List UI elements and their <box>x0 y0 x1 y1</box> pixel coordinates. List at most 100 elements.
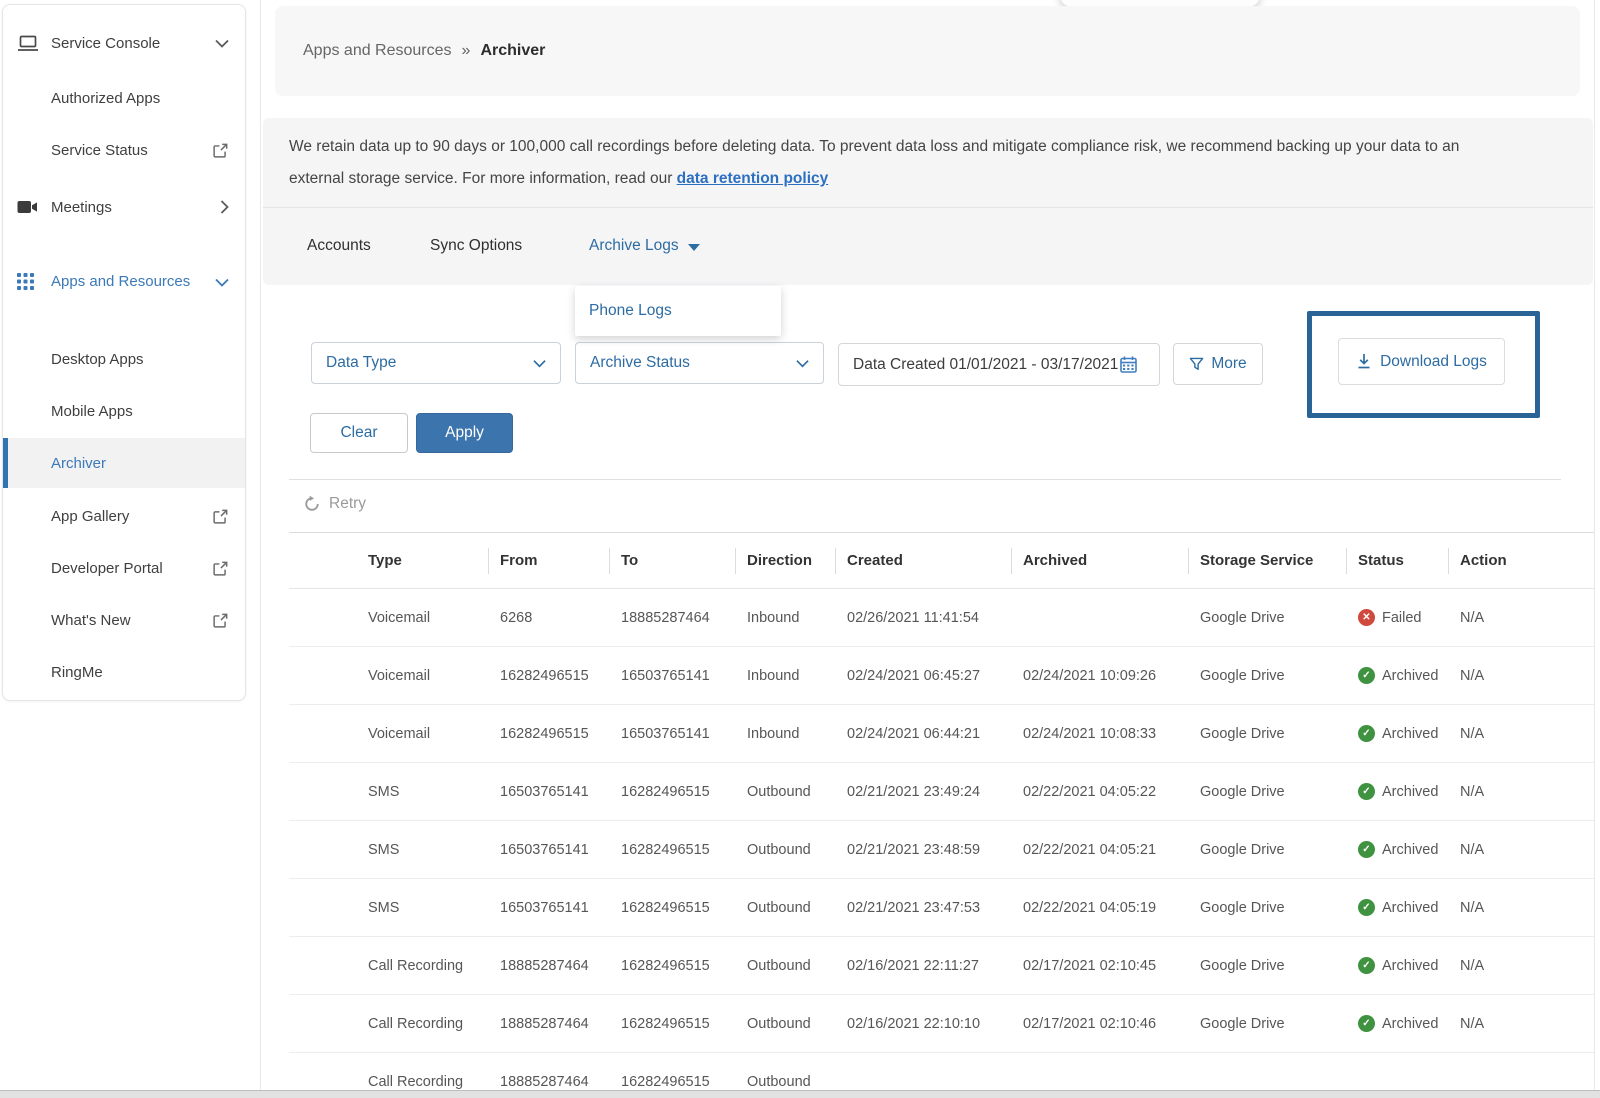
cell-status: ✓ Archived <box>1346 667 1448 684</box>
external-link-icon <box>212 508 229 525</box>
sidebar-item-ringme[interactable]: RingMe <box>3 650 245 694</box>
sidebar-item-apps-and-resources[interactable]: Apps and Resources <box>3 246 245 318</box>
cell-action: N/A <box>1448 842 1594 858</box>
sidebar-item-label: Desktop Apps <box>51 351 245 368</box>
tab-accounts[interactable]: Accounts <box>307 232 371 260</box>
status-icon: ✓ <box>1358 667 1375 684</box>
download-logs-button[interactable]: Download Logs <box>1338 338 1505 385</box>
column-header-status: Status <box>1346 552 1448 569</box>
more-label: More <box>1211 355 1246 373</box>
divider <box>289 479 1561 480</box>
data-retention-policy-link[interactable]: data retention policy <box>677 170 829 187</box>
cell-status: ✓ Archived <box>1346 1015 1448 1032</box>
cell-action: N/A <box>1448 958 1594 974</box>
sidebar-item-archiver[interactable]: Archiver <box>3 438 245 488</box>
table-row[interactable]: Call Recording 18885287464 16282496515 O… <box>289 937 1594 995</box>
cell-storage-service: Google Drive <box>1188 668 1346 684</box>
cell-action: N/A <box>1448 610 1594 626</box>
table-row[interactable]: Voicemail 16282496515 16503765141 Inboun… <box>289 705 1594 763</box>
sidebar-item-meetings[interactable]: Meetings <box>3 185 245 229</box>
tab-label: Accounts <box>307 237 371 255</box>
retry-button[interactable]: Retry <box>303 491 366 517</box>
cell-type: Voicemail <box>356 610 488 626</box>
table-body: Voicemail 6268 18885287464 Inbound 02/26… <box>289 589 1594 1090</box>
sidebar-item-authorized-apps[interactable]: Authorized Apps <box>3 76 245 120</box>
column-header-created: Created <box>835 552 1011 569</box>
status-label: Archived <box>1382 784 1438 800</box>
laptop-icon <box>17 35 51 52</box>
sidebar-item-service-status[interactable]: Service Status <box>3 128 245 172</box>
external-link-icon <box>212 142 229 159</box>
sidebar-item-developer-portal[interactable]: Developer Portal <box>3 546 245 590</box>
table-row[interactable]: Voicemail 16282496515 16503765141 Inboun… <box>289 647 1594 705</box>
cell-type: Call Recording <box>356 958 488 974</box>
cell-from: 16503765141 <box>488 784 609 800</box>
table-row[interactable]: Call Recording 18885287464 16282496515 O… <box>289 1053 1594 1090</box>
column-header-from: From <box>488 552 609 569</box>
cell-storage-service: Google Drive <box>1188 610 1346 626</box>
apply-button[interactable]: Apply <box>416 413 513 453</box>
cell-direction: Outbound <box>735 842 835 858</box>
cell-from: 18885287464 <box>488 1074 609 1090</box>
cell-direction: Outbound <box>735 784 835 800</box>
cell-type: Call Recording <box>356 1016 488 1032</box>
bottom-bar <box>0 1090 1600 1098</box>
cell-to: 16282496515 <box>609 784 735 800</box>
cell-created: 02/26/2021 11:41:54 <box>835 610 1011 626</box>
caret-down-icon <box>688 244 700 251</box>
cell-status: ✓ Archived <box>1346 725 1448 742</box>
sidebar-item-service-console[interactable]: Service Console <box>3 21 245 65</box>
cell-type: Voicemail <box>356 668 488 684</box>
table-row[interactable]: SMS 16503765141 16282496515 Outbound 02/… <box>289 763 1594 821</box>
sidebar-item-label: Service Console <box>51 35 215 52</box>
tab-archive-logs[interactable]: Archive Logs <box>589 232 700 260</box>
more-filters-button[interactable]: More <box>1173 343 1263 385</box>
status-icon: ✕ <box>1358 609 1375 626</box>
status-label: Failed <box>1382 610 1422 626</box>
info-and-tabs-panel: We retain data up to 90 days or 100,000 … <box>263 118 1593 285</box>
cell-created: 02/21/2021 23:48:59 <box>835 842 1011 858</box>
table-row[interactable]: SMS 16503765141 16282496515 Outbound 02/… <box>289 821 1594 879</box>
breadcrumb-section[interactable]: Apps and Resources <box>303 42 452 60</box>
cell-archived: 02/22/2021 04:05:19 <box>1011 900 1188 916</box>
filter-funnel-icon <box>1189 357 1204 372</box>
tab-sync-options[interactable]: Sync Options <box>430 232 522 260</box>
archive-status-select[interactable]: Archive Status <box>575 342 824 384</box>
cell-from: 16503765141 <box>488 900 609 916</box>
select-label: Archive Status <box>590 354 690 372</box>
status-label: Archived <box>1382 726 1438 742</box>
menu-item-phone-logs[interactable]: Phone Logs <box>589 302 672 320</box>
banner-text: We retain data up to 90 days or 100,000 … <box>289 138 1459 187</box>
cell-to: 16282496515 <box>609 842 735 858</box>
sidebar-item-label: What's New <box>51 612 212 629</box>
sidebar-item-whats-new[interactable]: What's New <box>3 598 245 642</box>
status-icon: ✓ <box>1358 899 1375 916</box>
cell-direction: Outbound <box>735 1016 835 1032</box>
table-row[interactable]: Call Recording 18885287464 16282496515 O… <box>289 995 1594 1053</box>
cell-from: 18885287464 <box>488 1016 609 1032</box>
cell-to: 16503765141 <box>609 726 735 742</box>
sidebar-item-label: Service Status <box>51 142 212 159</box>
cell-from: 6268 <box>488 610 609 626</box>
sidebar-item-mobile-apps[interactable]: Mobile Apps <box>3 389 245 433</box>
chevron-down-icon <box>215 278 229 287</box>
archive-logs-dropdown-menu: Phone Logs <box>575 286 781 336</box>
sidebar-item-app-gallery[interactable]: App Gallery <box>3 494 245 538</box>
cell-storage-service: Google Drive <box>1188 900 1346 916</box>
breadcrumb-current: Archiver <box>480 42 545 60</box>
table-row[interactable]: Voicemail 6268 18885287464 Inbound 02/26… <box>289 589 1594 647</box>
sidebar-item-label: Apps and Resources <box>51 267 215 297</box>
date-range-field[interactable]: Data Created 01/01/2021 - 03/17/2021 <box>838 343 1160 386</box>
sidebar-item-desktop-apps[interactable]: Desktop Apps <box>3 337 245 381</box>
column-header-storage-service: Storage Service <box>1188 552 1346 569</box>
chevron-right-icon <box>220 200 229 214</box>
retry-label: Retry <box>329 495 366 513</box>
data-type-select[interactable]: Data Type <box>311 342 561 384</box>
download-icon <box>1356 353 1372 370</box>
clear-button[interactable]: Clear <box>310 413 408 453</box>
sidebar-item-label: Archiver <box>51 455 245 472</box>
sidebar: Service Console Authorized Apps Service … <box>2 4 246 701</box>
sidebar-item-label: Developer Portal <box>51 560 212 577</box>
table-row[interactable]: SMS 16503765141 16282496515 Outbound 02/… <box>289 879 1594 937</box>
cell-to: 16503765141 <box>609 668 735 684</box>
